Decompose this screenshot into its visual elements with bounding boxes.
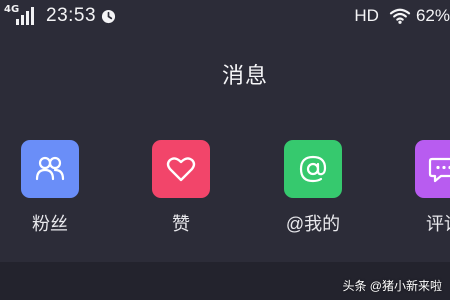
comment-icon [428,157,450,183]
watermark: 头条 @猪小新来啦 [342,279,442,293]
category-comments[interactable]: 评论 [394,140,450,236]
category-fans[interactable]: 粉丝 [0,140,100,236]
messages-screen: 4G 23:53 HD 62% 消息 粉丝 赞 @我的 评 头条 @猪小新来啦 [0,0,450,300]
heart-icon [166,157,196,182]
cellular-signal: 4G [4,3,38,29]
category-label: 粉丝 [32,214,68,234]
category-mentions[interactable]: @我的 [263,140,363,236]
at-icon [299,155,327,183]
mentions-tile[interactable] [284,140,342,198]
category-label: 评论 [426,214,450,234]
battery-percentage: 62% [415,6,450,25]
signal-bars-icon [16,7,34,25]
status-bar-right: HD 62% [354,4,450,28]
comments-tile[interactable] [415,140,450,198]
category-likes[interactable]: 赞 [131,140,231,236]
status-bar: 4G 23:53 HD 62% [0,0,450,34]
alarm-icon [101,9,116,23]
category-label: 赞 [172,214,190,234]
status-bar-left: 4G 23:53 [4,3,116,29]
status-time: 23:53 [46,5,97,26]
page-title: 消息 [221,63,268,88]
wifi-icon [389,8,411,24]
category-label: @我的 [285,214,341,234]
likes-tile[interactable] [152,140,210,198]
fans-tile[interactable] [21,140,79,198]
fans-icon [35,156,65,181]
hd-indicator: HD [354,6,379,25]
